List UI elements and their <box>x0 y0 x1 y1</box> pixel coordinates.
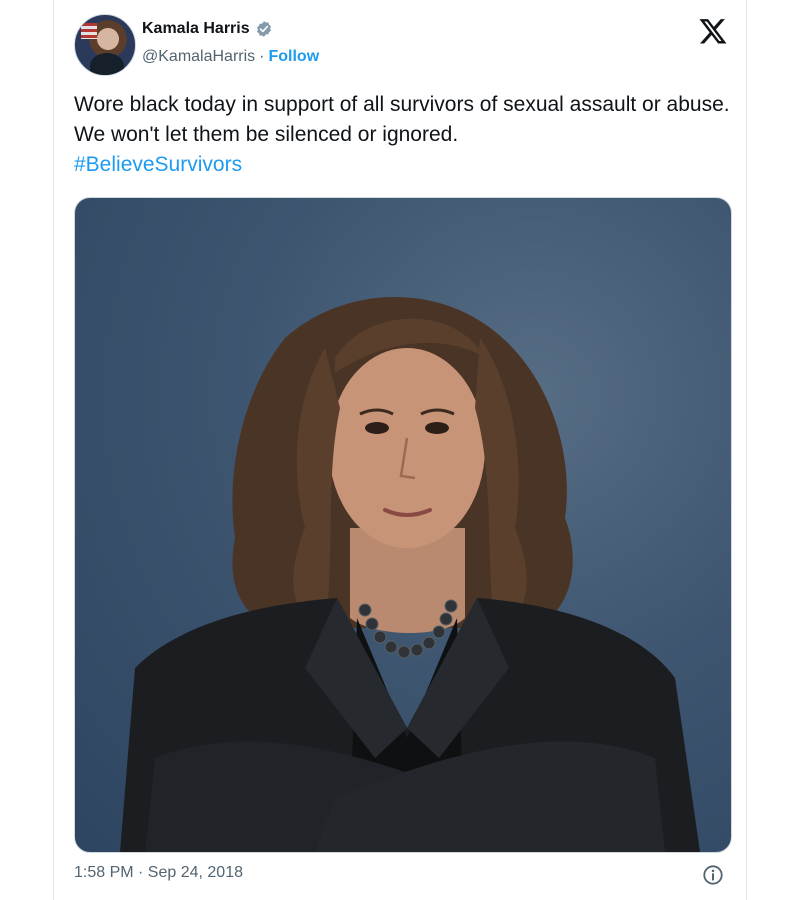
handle-separator: · <box>259 48 265 65</box>
tweet-photo[interactable] <box>74 197 732 853</box>
verified-badge-icon <box>255 20 273 38</box>
tweet-text: Wore black today in support of all survi… <box>74 93 730 146</box>
author-avatar[interactable] <box>74 14 136 76</box>
author-display-name[interactable]: Kamala Harris <box>142 20 250 38</box>
author-name-row: Kamala Harris <box>142 18 273 40</box>
author-handle[interactable]: @KamalaHarris <box>142 48 255 66</box>
info-icon[interactable] <box>702 864 724 886</box>
tweet-timestamp[interactable]: 1:58 PM · Sep 24, 2018 <box>74 864 243 882</box>
portrait-illustration <box>120 296 700 852</box>
tweet-card: Kamala Harris @KamalaHarris · Follow Wor… <box>53 0 747 900</box>
author-handle-row: @KamalaHarris · Follow <box>142 48 319 66</box>
avatar-flag-detail <box>81 23 97 39</box>
follow-button[interactable]: Follow <box>268 48 319 66</box>
avatar-coat-detail <box>90 53 124 75</box>
tweet-body: Wore black today in support of all survi… <box>74 90 734 180</box>
hashtag-link[interactable]: #BelieveSurvivors <box>74 150 734 180</box>
x-logo-icon[interactable] <box>698 16 728 46</box>
